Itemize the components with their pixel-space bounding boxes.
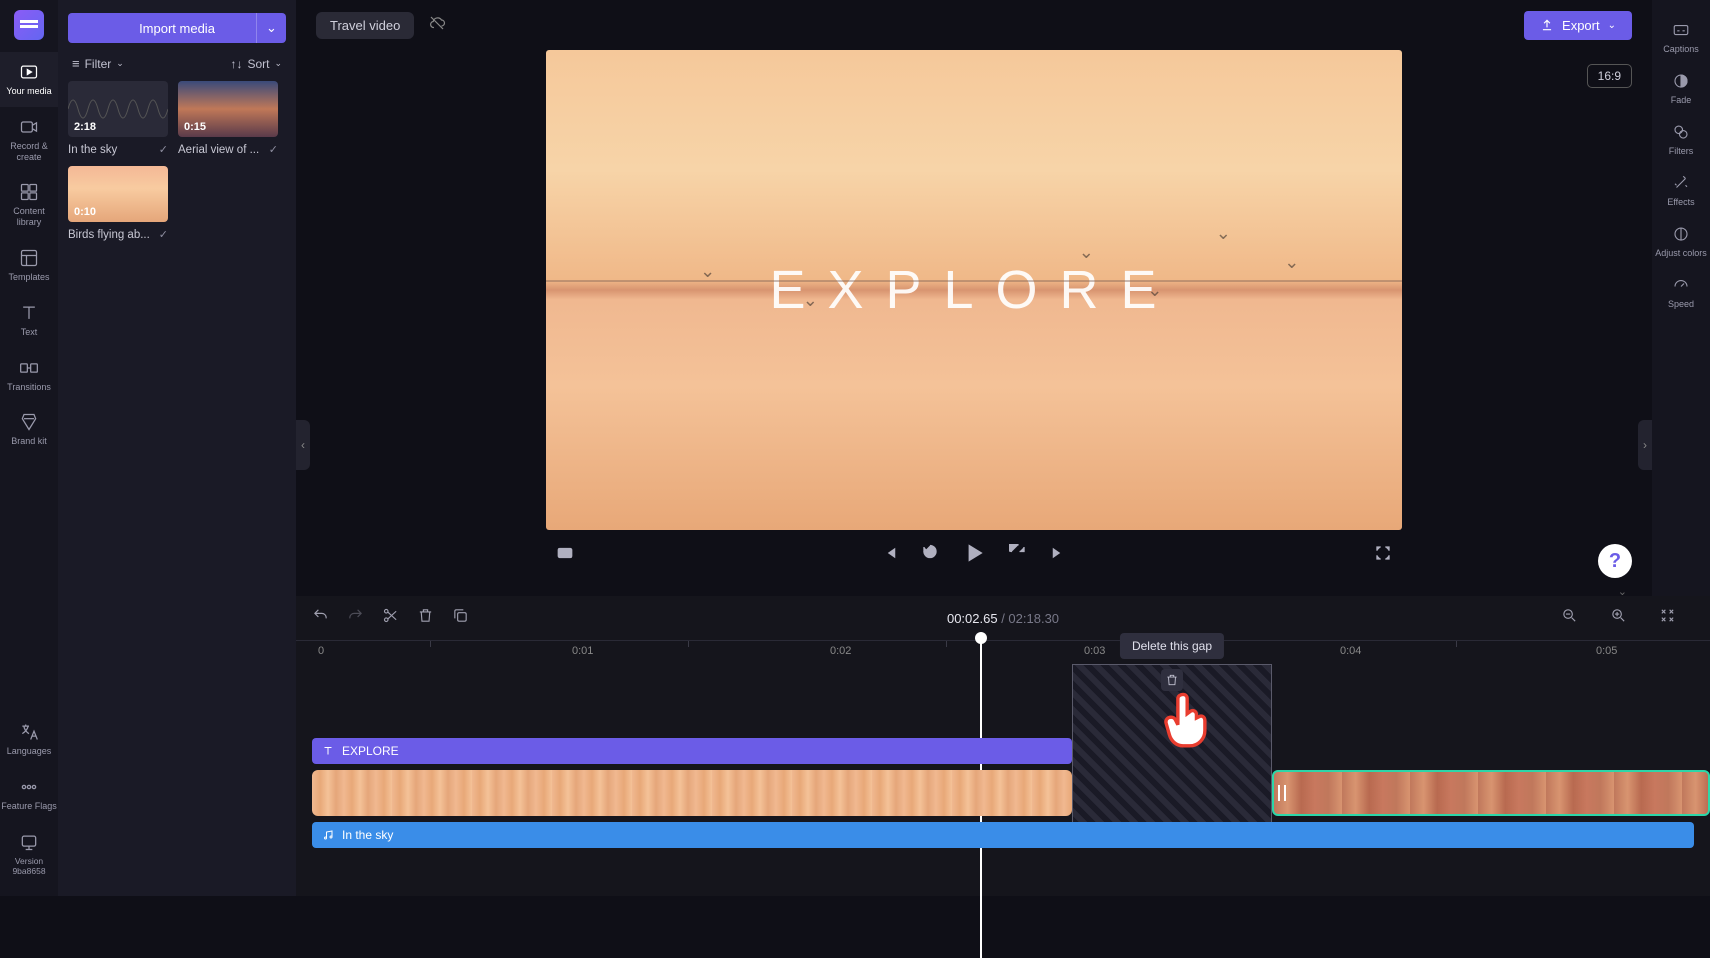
skip-back-button[interactable] xyxy=(921,544,939,567)
preview-controls xyxy=(546,530,1402,580)
video-track-clip-1[interactable] xyxy=(312,770,1072,816)
adjust-colors-icon xyxy=(1672,225,1690,245)
text-track-clip[interactable]: EXPLORE xyxy=(312,738,1072,764)
zoom-fit-button[interactable] xyxy=(1659,607,1676,629)
templates-icon xyxy=(19,248,39,268)
sidebar-item-record-create[interactable]: Record & create xyxy=(0,107,58,173)
check-icon: ✓ xyxy=(159,228,168,241)
left-sidebar: Your media Record & create Content libra… xyxy=(0,0,58,896)
gap-region[interactable]: Delete this gap xyxy=(1072,664,1272,834)
help-button[interactable]: ? xyxy=(1598,544,1632,578)
sidebar-item-brand-kit[interactable]: Brand kit xyxy=(0,402,58,457)
record-icon xyxy=(19,117,39,137)
prev-frame-button[interactable] xyxy=(881,544,899,567)
timeline-tracks: Delete this gap EXPLORE In the sky xyxy=(296,664,1710,896)
sidebar-item-content-library[interactable]: Content library xyxy=(0,172,58,238)
music-icon xyxy=(322,829,334,841)
version-icon xyxy=(19,832,39,852)
import-media-button[interactable]: Import media ⌄ xyxy=(68,13,286,43)
cloud-off-icon[interactable] xyxy=(428,14,446,37)
transitions-icon xyxy=(19,358,39,378)
speed-icon xyxy=(1672,276,1690,296)
aspect-ratio-button[interactable]: 16:9 xyxy=(1587,64,1632,88)
zoom-out-button[interactable] xyxy=(1561,607,1578,629)
right-item-filters[interactable]: Filters xyxy=(1652,114,1710,165)
languages-icon xyxy=(19,722,39,742)
next-frame-button[interactable] xyxy=(1049,544,1067,567)
brand-kit-icon xyxy=(19,412,39,432)
export-button[interactable]: Export ⌄ xyxy=(1524,11,1632,40)
duplicate-button[interactable] xyxy=(452,607,469,629)
captions-icon xyxy=(1672,21,1690,41)
topbar: Travel video Export ⌄ xyxy=(296,0,1652,50)
sort-button[interactable]: ↑↓Sort⌄ xyxy=(230,56,282,71)
delete-gap-button[interactable] xyxy=(1161,669,1183,691)
preview-video[interactable]: ⌄ ⌄ ⌄ ⌄ ⌄ ⌄ EXPLORE xyxy=(546,50,1402,530)
gap-tooltip: Delete this gap xyxy=(1120,633,1224,659)
undo-button[interactable] xyxy=(312,607,329,629)
media-thumb: 2:18 xyxy=(68,81,168,137)
flags-icon xyxy=(19,777,39,797)
fullscreen-button[interactable] xyxy=(1374,544,1392,567)
timeline-toolbar: 00:02.65 / 02:18.30 xyxy=(296,596,1710,640)
fade-icon xyxy=(1672,72,1690,92)
preview-area: 16:9 ⌄ ⌄ ⌄ ⌄ ⌄ ⌄ EXPLORE xyxy=(296,50,1652,596)
redo-button[interactable] xyxy=(347,607,364,629)
import-dropdown-toggle[interactable]: ⌄ xyxy=(256,13,286,43)
timeline: 00:02.65 / 02:18.30 0 0:01 0:02 0:03 0:0… xyxy=(296,596,1710,896)
split-button[interactable] xyxy=(382,607,399,629)
right-item-captions[interactable]: Captions xyxy=(1652,12,1710,63)
delete-button[interactable] xyxy=(417,607,434,629)
media-icon xyxy=(19,62,39,82)
check-icon: ✓ xyxy=(159,143,168,156)
right-item-fade[interactable]: Fade xyxy=(1652,63,1710,114)
sidebar-item-feature-flags[interactable]: Feature Flags xyxy=(0,767,58,822)
sidebar-item-text[interactable]: Text xyxy=(0,293,58,348)
collapse-left-button[interactable]: ‹ xyxy=(296,420,310,470)
right-item-effects[interactable]: Effects xyxy=(1652,165,1710,216)
sidebar-item-templates[interactable]: Templates xyxy=(0,238,58,293)
sidebar-item-transitions[interactable]: Transitions xyxy=(0,348,58,403)
play-button[interactable] xyxy=(961,540,987,571)
overlay-text: EXPLORE xyxy=(769,259,1178,321)
media-item-birds[interactable]: 0:10 Birds flying ab...✓ xyxy=(68,166,168,241)
app-logo[interactable] xyxy=(14,10,44,40)
effects-icon xyxy=(1672,174,1690,194)
timeline-ruler[interactable]: 0 0:01 0:02 0:03 0:04 0:05 xyxy=(296,640,1710,664)
right-item-adjust-colors[interactable]: Adjust colors xyxy=(1652,216,1710,267)
timeline-timecode: 00:02.65 / 02:18.30 xyxy=(947,611,1059,626)
right-item-speed[interactable]: Speed xyxy=(1652,267,1710,318)
filter-button[interactable]: ≡Filter⌄ xyxy=(72,56,124,71)
check-icon: ✓ xyxy=(269,143,278,156)
chevron-down-icon: ⌄ xyxy=(1608,20,1616,31)
text-icon xyxy=(322,745,334,757)
zoom-in-button[interactable] xyxy=(1610,607,1627,629)
audio-track-clip[interactable]: In the sky xyxy=(312,822,1694,848)
media-thumb: 0:15 xyxy=(178,81,278,137)
media-panel: Import media ⌄ ≡Filter⌄ ↑↓Sort⌄ 2:18 In … xyxy=(58,0,296,896)
media-item-audio[interactable]: 2:18 In the sky✓ xyxy=(68,81,168,156)
project-name-input[interactable]: Travel video xyxy=(316,12,414,39)
sidebar-item-version[interactable]: Version 9ba8658 xyxy=(0,822,58,886)
collapse-right-button[interactable]: › xyxy=(1638,420,1652,470)
skip-forward-button[interactable] xyxy=(1009,544,1027,567)
media-item-aerial[interactable]: 0:15 Aerial view of ...✓ xyxy=(178,81,278,156)
hide-overlays-button[interactable] xyxy=(556,544,574,567)
video-track-clip-2[interactable] xyxy=(1272,770,1710,816)
sidebar-item-your-media[interactable]: Your media xyxy=(0,52,58,107)
text-icon xyxy=(19,303,39,323)
sidebar-item-languages[interactable]: Languages xyxy=(0,712,58,767)
cursor-hand-icon xyxy=(1161,687,1215,749)
filters-icon xyxy=(1672,123,1690,143)
media-thumb: 0:10 xyxy=(68,166,168,222)
content-library-icon xyxy=(19,182,39,202)
